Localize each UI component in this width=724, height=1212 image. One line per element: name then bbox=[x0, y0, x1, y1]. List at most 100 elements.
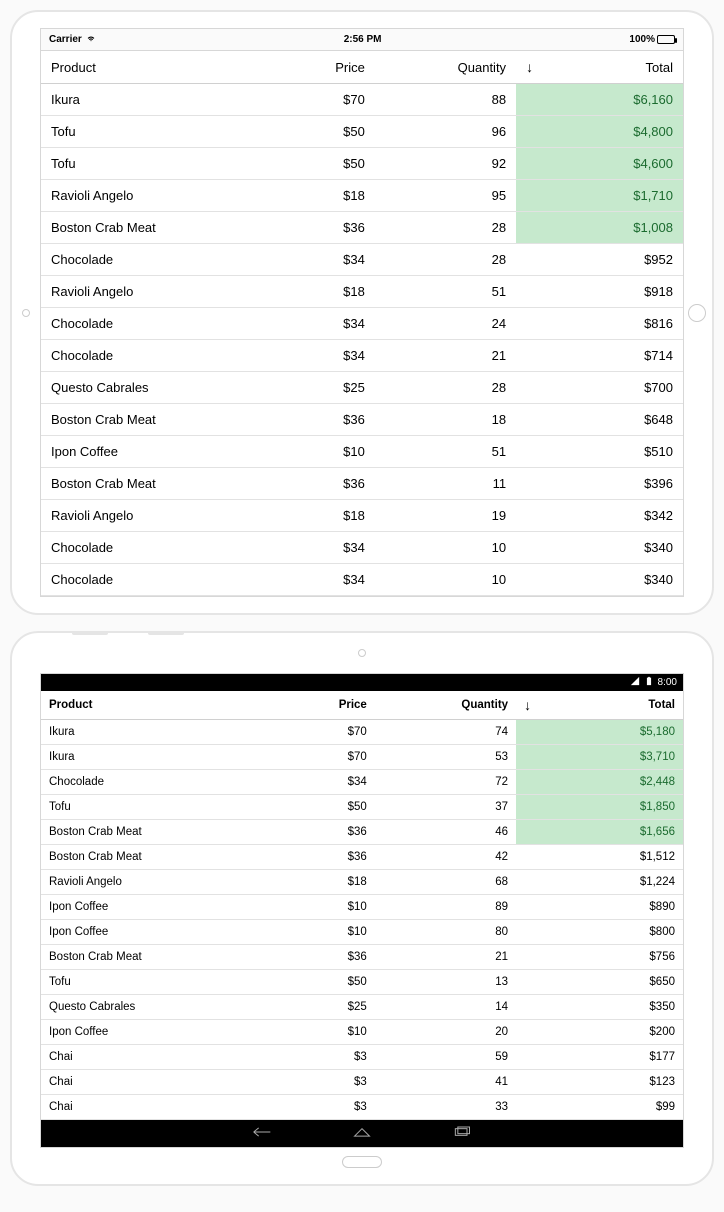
cell-price: $36 bbox=[259, 404, 375, 436]
table-row[interactable]: Chai$359$177 bbox=[41, 1045, 683, 1070]
cell-total: $1,850 bbox=[516, 795, 683, 820]
table-row[interactable]: Ravioli Angelo$1868$1,224 bbox=[41, 870, 683, 895]
table-row[interactable]: Boston Crab Meat$3646$1,656 bbox=[41, 820, 683, 845]
table-row[interactable]: Tofu$5092$4,600 bbox=[41, 148, 683, 180]
cell-total: $5,180 bbox=[516, 720, 683, 745]
col-product[interactable]: Product bbox=[41, 691, 259, 720]
cell-product: Ravioli Angelo bbox=[41, 276, 259, 308]
cell-price: $18 bbox=[259, 870, 375, 895]
cell-product: Chocolade bbox=[41, 770, 259, 795]
battery-percent: 100% bbox=[629, 34, 655, 45]
back-icon[interactable] bbox=[252, 1126, 272, 1141]
table-row[interactable]: Questo Cabrales$2514$350 bbox=[41, 995, 683, 1020]
cell-qty: 88 bbox=[375, 84, 516, 116]
recents-icon[interactable] bbox=[452, 1126, 472, 1141]
table-row[interactable]: Boston Crab Meat$3628$1,008 bbox=[41, 212, 683, 244]
table-row[interactable]: Tofu$5037$1,850 bbox=[41, 795, 683, 820]
table-row[interactable]: Boston Crab Meat$3642$1,512 bbox=[41, 845, 683, 870]
cell-qty: 28 bbox=[375, 244, 516, 276]
android-screen: 8:00 Product Price Quantity ↓ Total bbox=[40, 673, 684, 1148]
android-tablet-frame: 8:00 Product Price Quantity ↓ Total bbox=[10, 631, 714, 1186]
cell-total: $1,512 bbox=[516, 845, 683, 870]
sort-desc-icon: ↓ bbox=[526, 59, 533, 75]
cell-product: Chai bbox=[41, 1095, 259, 1120]
table-row[interactable]: Ipon Coffee$1089$890 bbox=[41, 895, 683, 920]
cell-qty: 18 bbox=[375, 404, 516, 436]
col-price[interactable]: Price bbox=[259, 51, 375, 84]
table-row[interactable]: Ipon Coffee$1051$510 bbox=[41, 436, 683, 468]
table-header-row: Product Price Quantity ↓ Total bbox=[41, 51, 683, 84]
cell-product: Ravioli Angelo bbox=[41, 870, 259, 895]
table-row[interactable]: Ipon Coffee$1080$800 bbox=[41, 920, 683, 945]
table-row[interactable]: Chocolade$3410$340 bbox=[41, 564, 683, 596]
cell-price: $36 bbox=[259, 212, 375, 244]
android-nav-bar bbox=[41, 1120, 683, 1147]
col-quantity[interactable]: Quantity bbox=[375, 691, 516, 720]
cell-price: $34 bbox=[259, 564, 375, 596]
table-row[interactable]: Chai$333$99 bbox=[41, 1095, 683, 1120]
col-total[interactable]: ↓ Total bbox=[516, 691, 683, 720]
table-row[interactable]: Chocolade$3410$340 bbox=[41, 532, 683, 564]
cell-qty: 10 bbox=[375, 564, 516, 596]
cell-product: Ipon Coffee bbox=[41, 895, 259, 920]
cell-qty: 11 bbox=[375, 468, 516, 500]
cell-qty: 19 bbox=[375, 500, 516, 532]
cell-qty: 68 bbox=[375, 870, 516, 895]
cell-total: $952 bbox=[516, 244, 683, 276]
table-row[interactable]: Boston Crab Meat$3621$756 bbox=[41, 945, 683, 970]
cell-qty: 42 bbox=[375, 845, 516, 870]
table-row[interactable]: Ravioli Angelo$1851$918 bbox=[41, 276, 683, 308]
cell-qty: 41 bbox=[375, 1070, 516, 1095]
cell-total: $3,710 bbox=[516, 745, 683, 770]
cell-price: $34 bbox=[259, 308, 375, 340]
cell-price: $34 bbox=[259, 532, 375, 564]
cell-product: Boston Crab Meat bbox=[41, 468, 259, 500]
cell-total: $816 bbox=[516, 308, 683, 340]
cell-product: Ipon Coffee bbox=[41, 436, 259, 468]
cell-total: $200 bbox=[516, 1020, 683, 1045]
col-product[interactable]: Product bbox=[41, 51, 259, 84]
table-row[interactable]: Tofu$5013$650 bbox=[41, 970, 683, 995]
cell-price: $3 bbox=[259, 1045, 375, 1070]
cell-total: $342 bbox=[516, 500, 683, 532]
cell-qty: 59 bbox=[375, 1045, 516, 1070]
table-row[interactable]: Ikura$7074$5,180 bbox=[41, 720, 683, 745]
cell-qty: 14 bbox=[375, 995, 516, 1020]
table-row[interactable]: Ikura$7088$6,160 bbox=[41, 84, 683, 116]
cell-product: Boston Crab Meat bbox=[41, 212, 259, 244]
cell-product: Chocolade bbox=[41, 308, 259, 340]
table-row[interactable]: Chai$341$123 bbox=[41, 1070, 683, 1095]
cell-qty: 72 bbox=[375, 770, 516, 795]
cell-total: $918 bbox=[516, 276, 683, 308]
carrier-label: Carrier bbox=[49, 34, 82, 45]
home-icon[interactable] bbox=[352, 1126, 372, 1141]
cell-price: $18 bbox=[259, 500, 375, 532]
cell-price: $3 bbox=[259, 1095, 375, 1120]
table-row[interactable]: Chocolade$3428$952 bbox=[41, 244, 683, 276]
cell-total: $396 bbox=[516, 468, 683, 500]
cell-total: $510 bbox=[516, 436, 683, 468]
cell-qty: 21 bbox=[375, 945, 516, 970]
table-row[interactable]: Tofu$5096$4,800 bbox=[41, 116, 683, 148]
cell-price: $70 bbox=[259, 720, 375, 745]
col-total[interactable]: ↓ Total bbox=[516, 51, 683, 84]
cell-total: $1,224 bbox=[516, 870, 683, 895]
table-row[interactable]: Questo Cabrales$2528$700 bbox=[41, 372, 683, 404]
android-status-bar: 8:00 bbox=[41, 674, 683, 691]
table-row[interactable]: Chocolade$3421$714 bbox=[41, 340, 683, 372]
table-row[interactable]: Chocolade$3424$816 bbox=[41, 308, 683, 340]
table-row[interactable]: Ipon Coffee$1020$200 bbox=[41, 1020, 683, 1045]
table-row[interactable]: Boston Crab Meat$3618$648 bbox=[41, 404, 683, 436]
col-quantity[interactable]: Quantity bbox=[375, 51, 516, 84]
table-row[interactable]: Ikura$7053$3,710 bbox=[41, 745, 683, 770]
col-price[interactable]: Price bbox=[259, 691, 375, 720]
home-pill-icon bbox=[342, 1156, 382, 1168]
cell-qty: 96 bbox=[375, 116, 516, 148]
cell-product: Tofu bbox=[41, 795, 259, 820]
cell-total: $714 bbox=[516, 340, 683, 372]
table-row[interactable]: Chocolade$3472$2,448 bbox=[41, 770, 683, 795]
cell-total: $756 bbox=[516, 945, 683, 970]
table-row[interactable]: Ravioli Angelo$1819$342 bbox=[41, 500, 683, 532]
table-row[interactable]: Boston Crab Meat$3611$396 bbox=[41, 468, 683, 500]
table-row[interactable]: Ravioli Angelo$1895$1,710 bbox=[41, 180, 683, 212]
